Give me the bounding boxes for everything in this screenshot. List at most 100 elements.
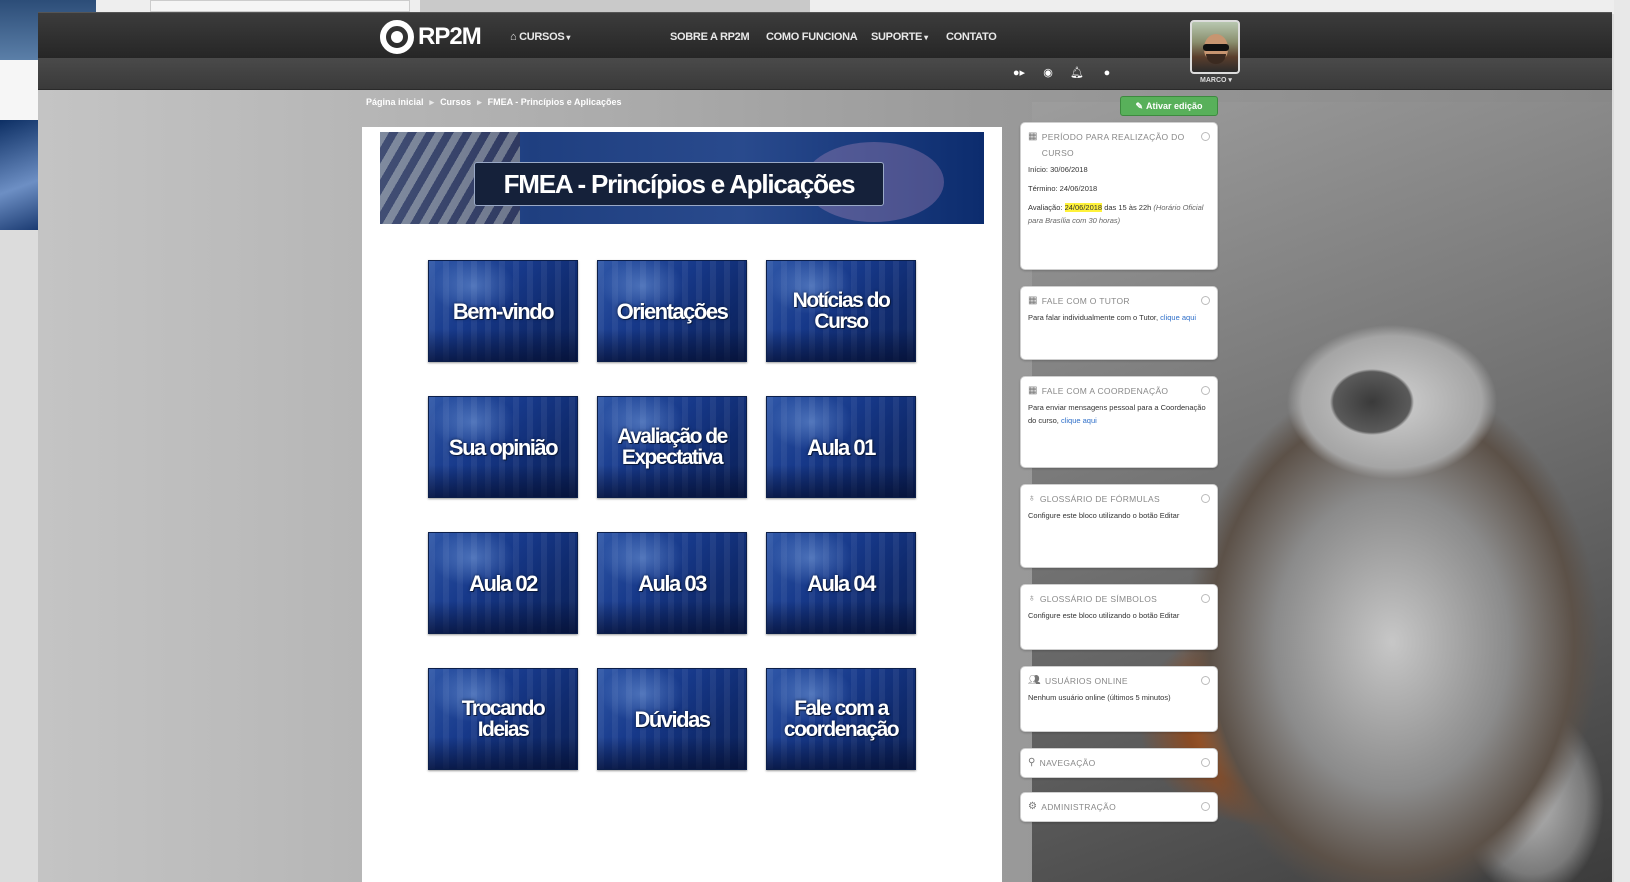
course-main-content: FMEA - Princípios e Aplicações Bem-vindo… <box>362 127 1002 882</box>
course-tiles-grid: Bem-vindo Orientações Notícias do Curso … <box>428 260 916 770</box>
lightbulb-icon: ♁ <box>1028 593 1036 604</box>
tile-noticias-do-curso[interactable]: Notícias do Curso <box>766 260 916 362</box>
block-toggle-icon[interactable] <box>1201 132 1210 141</box>
tile-label: Aula 04 <box>807 570 876 596</box>
users-icon: 👥︎ <box>1028 675 1041 686</box>
sitemap-icon: ⚲ <box>1028 757 1036 768</box>
evaluation-date: 24/06/2018 <box>1064 203 1103 212</box>
breadcrumb-separator: ▸ <box>429 97 435 107</box>
secondary-navbar <box>38 58 1612 90</box>
tile-aula-02[interactable]: Aula 02 <box>428 532 578 634</box>
coordination-link[interactable]: clique aqui <box>1061 416 1097 425</box>
tutor-text: Para falar individualmente com o Tutor, <box>1028 313 1159 322</box>
nav-como-funciona-link[interactable]: COMO FUNCIONA <box>766 31 858 43</box>
user-menu-name[interactable]: MARCO ▾ <box>1193 76 1239 84</box>
background-thumbnail <box>0 120 38 230</box>
block-text: Configure este bloco utilizando o botão … <box>1028 611 1180 620</box>
block-title: PERÍODO PARA REALIZAÇÃO DO CURSO <box>1041 132 1185 158</box>
block-title: NAVEGAÇÃO <box>1039 758 1096 768</box>
tile-label: Fale com a coordenação <box>783 697 900 741</box>
course-banner: FMEA - Princípios e Aplicações <box>380 132 984 224</box>
block-periodo-curso: ▦ PERÍODO PARA REALIZAÇÃO DO CURSO Iníci… <box>1020 122 1218 270</box>
evaluation-label: Avaliação: <box>1028 203 1063 212</box>
nav-suporte-label: SUPORTE <box>871 31 923 43</box>
block-glossario-formulas: ♁ GLOSSÁRIO DE FÓRMULAS Configure este b… <box>1020 484 1218 568</box>
nav-suporte-menu[interactable]: SUPORTE ▾ <box>871 31 928 43</box>
block-usuarios-online: 👥︎ USUÁRIOS ONLINE Nenhum usuário online… <box>1020 666 1218 732</box>
tile-aula-03[interactable]: Aula 03 <box>597 532 747 634</box>
nav-cursos-menu[interactable]: ⌂ CURSOS ▾ <box>510 31 570 43</box>
tile-fale-com-a-coordenacao[interactable]: Fale com a coordenação <box>766 668 916 770</box>
block-text: Nenhum usuário online (últimos 5 minutos… <box>1028 693 1171 702</box>
period-start: Início: 30/06/2018 <box>1028 165 1088 174</box>
block-administracao: ⚙ ADMINISTRAÇÃO <box>1020 792 1218 822</box>
dashboard-toggle-icon[interactable]: ●▸ <box>1012 66 1026 80</box>
enable-editing-button[interactable]: ✎ Ativar edição <box>1120 96 1218 116</box>
calendar-icon: ▦ <box>1028 131 1038 142</box>
block-toggle-icon[interactable] <box>1201 386 1210 395</box>
user-name-label: MARCO <box>1200 77 1227 84</box>
nav-contato-link[interactable]: CONTATO <box>946 31 997 43</box>
tile-orientacoes[interactable]: Orientações <box>597 260 747 362</box>
site-logo[interactable]: RP2M <box>380 20 482 54</box>
block-navegacao: ⚲ NAVEGAÇÃO <box>1020 748 1218 778</box>
block-toggle-icon[interactable] <box>1201 494 1210 503</box>
block-title: ADMINISTRAÇÃO <box>1041 802 1117 812</box>
block-title: GLOSSÁRIO DE FÓRMULAS <box>1039 494 1160 504</box>
tile-trocando-ideias[interactable]: Trocando Ideias <box>428 668 578 770</box>
block-toggle-icon[interactable] <box>1201 802 1210 811</box>
block-title: GLOSSÁRIO DE SÍMBOLOS <box>1039 594 1158 604</box>
tile-label: Aula 02 <box>469 570 538 596</box>
tile-label: Aula 01 <box>807 434 876 460</box>
block-toggle-icon[interactable] <box>1201 676 1210 685</box>
tile-avaliacao-de-expectativa[interactable]: Avaliação de Expectativa <box>597 396 747 498</box>
tile-aula-04[interactable]: Aula 04 <box>766 532 916 634</box>
block-text: Configure este bloco utilizando o botão … <box>1028 511 1180 520</box>
chat-bubble-icon[interactable]: ● <box>1100 66 1114 80</box>
avatar-glasses <box>1203 44 1229 51</box>
background-panel <box>150 0 410 12</box>
course-title: FMEA - Princípios e Aplicações <box>474 162 884 206</box>
tile-label: Avaliação de Expectativa <box>617 425 728 469</box>
evaluation-line: Avaliação: 24/06/2018 das 15 às 22h (Hor… <box>1028 201 1210 227</box>
block-title: FALE COM A COORDENAÇÃO <box>1041 386 1169 396</box>
chevron-down-icon: ▾ <box>924 33 928 42</box>
user-avatar[interactable] <box>1190 20 1240 74</box>
bell-icon[interactable]: 🔔︎ <box>1070 66 1084 80</box>
tile-label: Notícias do Curso <box>792 289 891 333</box>
enable-editing-label: Ativar edição <box>1146 101 1203 111</box>
coordination-text: Para enviar mensagens pessoal para a Coo… <box>1028 403 1206 425</box>
block-title: FALE COM O TUTOR <box>1041 296 1130 306</box>
tile-sua-opiniao[interactable]: Sua opinião <box>428 396 578 498</box>
logo-text: RP2M <box>418 23 482 50</box>
block-toggle-icon[interactable] <box>1201 594 1210 603</box>
breadcrumb-home[interactable]: Página inicial <box>366 97 424 108</box>
block-toggle-icon[interactable] <box>1201 758 1210 767</box>
tile-label: Dúvidas <box>634 706 711 732</box>
breadcrumb-separator: ▸ <box>477 97 482 107</box>
home-icon: ⌂ <box>510 31 517 43</box>
breadcrumb-current: FMEA - Princípios e Aplicações <box>487 97 622 107</box>
tile-label: Trocando Ideias <box>461 697 546 741</box>
block-title: USUÁRIOS ONLINE <box>1045 676 1128 686</box>
block-fale-com-coordenacao: ▦ FALE COM A COORDENAÇÃO Para enviar men… <box>1020 376 1218 468</box>
background-panel <box>0 60 38 120</box>
lightbulb-icon: ♁ <box>1028 493 1036 504</box>
calendar-icon: ▦ <box>1028 385 1038 396</box>
breadcrumb-courses[interactable]: Cursos <box>440 97 471 108</box>
background-edge <box>1614 0 1630 882</box>
nav-sobre-link[interactable]: SOBRE A RP2M <box>670 31 750 43</box>
tile-duvidas[interactable]: Dúvidas <box>597 668 747 770</box>
block-toggle-icon[interactable] <box>1201 296 1210 305</box>
block-glossario-simbolos: ♁ GLOSSÁRIO DE SÍMBOLOS Configure este b… <box>1020 584 1218 650</box>
tile-label: Orientações <box>616 298 729 324</box>
background-panel <box>420 0 810 12</box>
gears-icon: ⚙ <box>1028 801 1038 812</box>
tile-aula-01[interactable]: Aula 01 <box>766 396 916 498</box>
globe-icon[interactable]: ◉ <box>1041 66 1055 80</box>
avatar-beard <box>1206 54 1226 64</box>
tutor-link[interactable]: clique aqui <box>1160 313 1196 322</box>
tile-bem-vindo[interactable]: Bem-vindo <box>428 260 578 362</box>
tile-label: Sua opinião <box>448 434 559 460</box>
tile-label: Aula 03 <box>638 570 707 596</box>
